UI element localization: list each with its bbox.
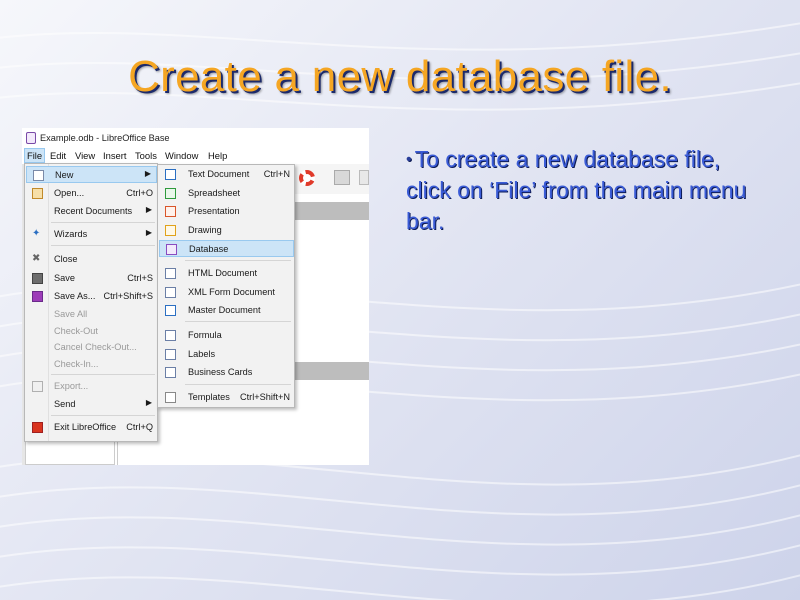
menu-item-open[interactable]: Open... Ctrl+O bbox=[26, 185, 157, 202]
submenu-item-html-document[interactable]: HTML Document bbox=[159, 265, 294, 282]
menu-help[interactable]: Help bbox=[208, 150, 227, 161]
submenu-item-master-document[interactable]: Master Document bbox=[159, 302, 294, 319]
menu-item-save-as[interactable]: Save As... Ctrl+Shift+S bbox=[26, 288, 157, 305]
submenu-item-text-document[interactable]: Text Document Ctrl+N bbox=[159, 166, 294, 183]
submenu-item-business-cards[interactable]: Business Cards bbox=[159, 364, 294, 381]
submenu-item-formula[interactable]: Formula bbox=[159, 327, 294, 344]
submenu-item-drawing[interactable]: Drawing bbox=[159, 222, 294, 239]
bullet-text: To create a new database file, click on … bbox=[406, 146, 747, 234]
wizard-icon: ✦ bbox=[32, 228, 41, 239]
new-document-icon bbox=[33, 170, 44, 181]
menu-item-check-out: Check-Out bbox=[54, 326, 98, 336]
menu-bar: File Edit View Insert Tools Window Help bbox=[22, 148, 369, 164]
file-menu: New ▶ Open... Ctrl+O Recent Documents ▶ … bbox=[24, 163, 158, 442]
submenu-item-presentation[interactable]: Presentation bbox=[159, 203, 294, 220]
panel-header bbox=[292, 362, 369, 380]
window-title: Example.odb - LibreOffice Base bbox=[40, 133, 170, 143]
menu-item-recent-documents[interactable]: Recent Documents ▶ bbox=[26, 203, 157, 220]
export-icon bbox=[32, 381, 43, 392]
menu-item-export: Export... bbox=[26, 378, 157, 395]
menu-item-send[interactable]: Send ▶ bbox=[26, 396, 157, 413]
menu-view[interactable]: View bbox=[75, 150, 95, 161]
menu-separator bbox=[51, 245, 155, 246]
menu-separator bbox=[185, 260, 291, 261]
submenu-arrow-icon: ▶ bbox=[145, 398, 152, 407]
submenu-arrow-icon: ▶ bbox=[144, 169, 151, 178]
master-document-icon bbox=[165, 305, 176, 316]
submenu-item-templates[interactable]: Templates Ctrl+Shift+N bbox=[159, 389, 294, 406]
menu-item-cancel-check-out: Cancel Check-Out... bbox=[54, 342, 137, 352]
presentation-icon bbox=[165, 206, 176, 217]
xml-form-icon bbox=[165, 287, 176, 298]
close-icon: ✖ bbox=[32, 253, 41, 264]
database-icon bbox=[166, 244, 177, 255]
menu-item-new[interactable]: New ▶ bbox=[26, 166, 157, 183]
libreoffice-screenshot: Example.odb - LibreOffice Base File Edit… bbox=[22, 128, 369, 465]
panel-header bbox=[292, 202, 369, 220]
exit-icon bbox=[32, 422, 43, 433]
menu-item-save-all: Save All bbox=[54, 309, 88, 319]
submenu-item-xml-form[interactable]: XML Form Document bbox=[159, 284, 294, 301]
submenu-item-labels[interactable]: Labels bbox=[159, 346, 294, 363]
save-icon bbox=[32, 273, 43, 284]
text-document-icon bbox=[165, 169, 176, 180]
labels-icon bbox=[165, 349, 176, 360]
business-cards-icon bbox=[165, 367, 176, 378]
submenu-item-spreadsheet[interactable]: Spreadsheet bbox=[159, 185, 294, 202]
menu-separator bbox=[51, 415, 155, 416]
bullet-point: • To create a new database file, click on… bbox=[406, 144, 766, 237]
submenu-arrow-icon: ▶ bbox=[145, 228, 152, 237]
templates-icon bbox=[165, 392, 176, 403]
menu-separator bbox=[185, 384, 291, 385]
open-folder-icon bbox=[32, 188, 43, 199]
toolbar-icon[interactable] bbox=[359, 170, 369, 185]
save-as-icon bbox=[32, 291, 43, 302]
menu-item-exit[interactable]: Exit LibreOffice Ctrl+Q bbox=[26, 419, 157, 436]
menu-separator bbox=[185, 321, 291, 322]
window-titlebar: Example.odb - LibreOffice Base bbox=[22, 128, 369, 148]
toolbar-icon[interactable] bbox=[334, 170, 350, 185]
submenu-item-database[interactable]: Database bbox=[159, 240, 294, 257]
menu-item-wizards[interactable]: ✦ Wizards ▶ bbox=[26, 226, 157, 243]
menu-window[interactable]: Window bbox=[165, 150, 198, 161]
help-lifebuoy-icon[interactable] bbox=[299, 170, 315, 186]
spreadsheet-icon bbox=[165, 188, 176, 199]
menu-tools[interactable]: Tools bbox=[135, 150, 157, 161]
menu-item-close[interactable]: ✖ Close bbox=[26, 251, 157, 268]
bullet-marker: • bbox=[406, 151, 412, 168]
menu-separator bbox=[51, 374, 155, 375]
drawing-icon bbox=[165, 225, 176, 236]
menu-file[interactable]: File bbox=[24, 148, 46, 163]
html-document-icon bbox=[165, 268, 176, 279]
menu-edit[interactable]: Edit bbox=[50, 150, 66, 161]
new-submenu: Text Document Ctrl+N Spreadsheet Present… bbox=[157, 164, 295, 408]
menu-item-check-in: Check-In... bbox=[54, 359, 99, 369]
formula-icon bbox=[165, 330, 176, 341]
libreoffice-base-icon bbox=[26, 132, 36, 144]
submenu-arrow-icon: ▶ bbox=[145, 205, 152, 214]
menu-item-save[interactable]: Save Ctrl+S bbox=[26, 270, 157, 287]
slide-title: Create a new database file. bbox=[128, 52, 672, 101]
menu-insert[interactable]: Insert bbox=[103, 150, 126, 161]
menu-separator bbox=[51, 222, 155, 223]
